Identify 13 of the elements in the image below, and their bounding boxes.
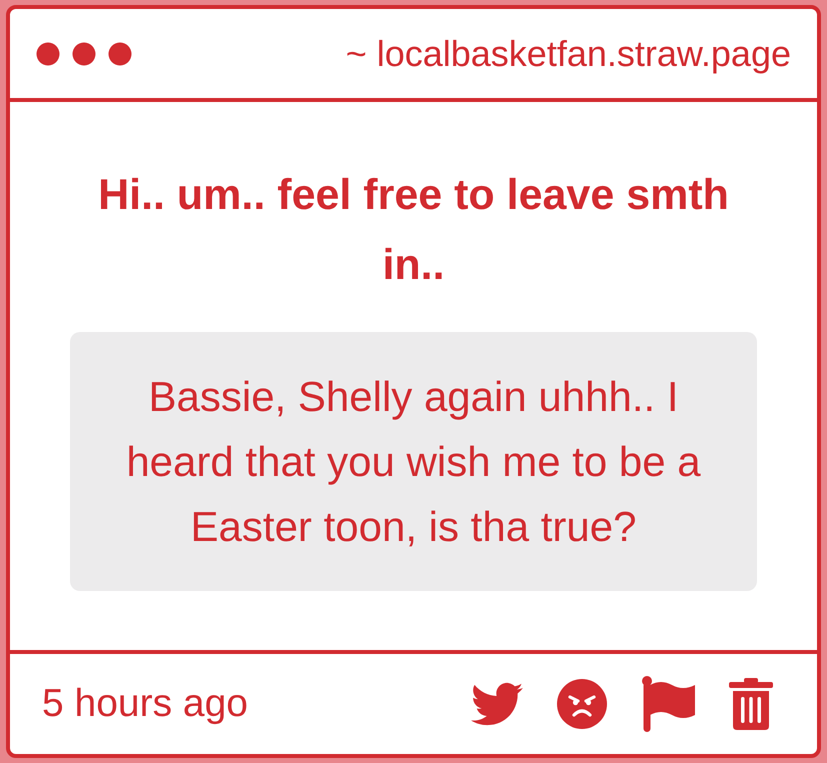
window-dots-icon [36,42,132,66]
timestamp: 5 hours ago [42,680,248,727]
trash-icon [729,678,773,730]
delete-button[interactable] [729,678,773,730]
react-button[interactable] [557,679,607,729]
angry-face-icon [557,679,607,729]
message-text: Bassie, Shelly again uhhh.. I heard that you wish me to be a Easter toon, is tha true? [70,332,757,591]
share-button[interactable] [471,682,523,726]
page-url: ~ localbasketfan.straw.page [346,32,791,76]
report-button[interactable] [641,676,695,732]
bird-icon [471,682,523,726]
flag-icon [641,676,695,732]
prompt-heading: Hi.. um.. feel free to leave smth in.. [97,170,730,291]
